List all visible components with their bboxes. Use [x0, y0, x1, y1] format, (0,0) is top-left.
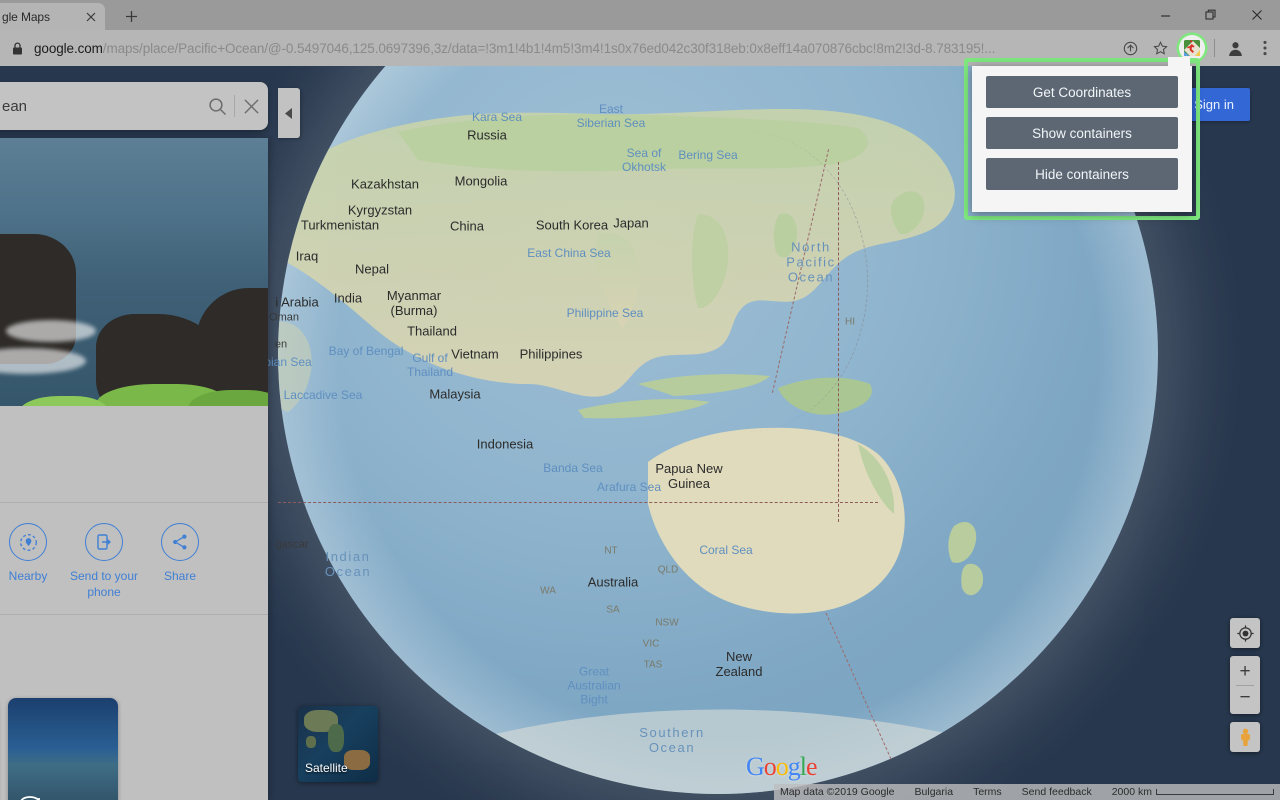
place-hero-photo[interactable] — [0, 138, 268, 406]
phone-send-icon — [97, 534, 112, 550]
my-location-icon — [1236, 624, 1254, 642]
hide-containers-button[interactable]: Hide containers — [986, 158, 1178, 190]
satellite-toggle-label: Satellite — [305, 761, 348, 775]
map-scale-label: 2000 km — [1111, 786, 1152, 798]
equator-line — [278, 502, 878, 503]
panel-divider-2 — [0, 614, 268, 616]
clear-icon[interactable] — [235, 82, 268, 130]
map-attribution: Map data ©2019 Google — [779, 786, 895, 798]
tab-title: gle Maps — [2, 9, 50, 24]
send-to-phone-action-label: Send to your phone — [69, 569, 139, 600]
minimize-button[interactable] — [1142, 0, 1188, 30]
get-coordinates-button[interactable]: Get Coordinates — [986, 76, 1178, 108]
logo-letter: g — [787, 752, 801, 781]
place-actions: Nearby Send to your phone Share — [0, 503, 268, 614]
map-controls: + − — [1230, 618, 1260, 752]
nearby-action[interactable]: Nearby — [0, 523, 66, 600]
send-feedback-link[interactable]: Send feedback — [1022, 786, 1092, 798]
satellite-layer-toggle[interactable]: Satellite — [298, 706, 378, 782]
logo-letter: G — [746, 752, 765, 781]
send-to-phone-action[interactable]: Send to your phone — [66, 523, 142, 600]
nearby-target-icon — [19, 533, 37, 551]
search-icon[interactable] — [201, 82, 234, 130]
show-containers-button[interactable]: Show containers — [986, 117, 1178, 149]
scale-line — [1156, 789, 1274, 795]
lock-icon — [0, 41, 34, 55]
tab-close-icon[interactable] — [83, 9, 99, 25]
logo-letter: e — [806, 752, 818, 781]
restore-button[interactable] — [1188, 0, 1234, 30]
account-avatar-icon[interactable] — [1220, 33, 1250, 63]
search-input[interactable] — [0, 97, 201, 115]
share-action[interactable]: Share — [142, 523, 218, 600]
pegman-button[interactable] — [1230, 722, 1260, 752]
photo-thumbnail-strip — [0, 698, 118, 800]
close-button[interactable] — [1234, 0, 1280, 30]
logo-letter: o — [763, 752, 777, 781]
nearby-action-label: Nearby — [8, 569, 48, 583]
popup-notch — [1168, 57, 1190, 67]
window-controls — [1142, 0, 1280, 30]
zoom-controls: + − — [1230, 656, 1260, 714]
collapse-panel-button[interactable] — [278, 88, 300, 138]
share-icon-circle — [161, 523, 199, 561]
boundary-arc — [628, 132, 868, 432]
maps-search-box — [0, 82, 268, 130]
tab-strip: gle Maps — [0, 0, 1280, 30]
extension-popup: Get Coordinates Show containers Hide con… — [972, 57, 1192, 212]
map-terms-link[interactable]: Terms — [973, 786, 1002, 798]
send-to-phone-icon-circle — [85, 523, 123, 561]
nearby-icon-circle — [9, 523, 47, 561]
google-logo: Google — [746, 752, 818, 782]
browser-window: gle Maps google.com/maps/place/Pacific+O… — [0, 0, 1280, 800]
share-action-label: Share — [163, 569, 197, 583]
extension-popup-highlight: Get Coordinates Show containers Hide con… — [964, 57, 1200, 220]
zoom-in-button[interactable]: + — [1230, 660, 1260, 685]
collapse-panel-arrow-icon — [285, 107, 292, 119]
zoom-out-button[interactable]: − — [1230, 686, 1260, 711]
url-path: /maps/place/Pacific+Ocean/@-0.5497046,12… — [102, 40, 996, 56]
three-dot-menu-icon[interactable] — [1250, 33, 1280, 63]
logo-letter: o — [775, 752, 789, 781]
place-info-panel: an 2,452) Nearby — [0, 138, 268, 800]
browser-tab[interactable]: gle Maps — [0, 3, 105, 30]
pegman-street-view-icon — [1240, 728, 1250, 746]
map-footer-bar: Map data ©2019 Google Bulgaria Terms Sen… — [773, 784, 1280, 800]
new-tab-button[interactable] — [118, 4, 144, 28]
map-scale-bar: 2000 km — [1112, 786, 1274, 798]
address-bar-text[interactable]: google.com/maps/place/Pacific+Ocean/@-0.… — [34, 41, 1115, 56]
place-review-count: 2,452) — [0, 455, 268, 478]
panorama-icon — [18, 792, 44, 800]
my-location-button[interactable] — [1230, 618, 1260, 648]
map-region[interactable]: Bulgaria — [915, 786, 954, 798]
photo-thumbnail-sunset-beach[interactable] — [8, 698, 118, 800]
place-title: an — [0, 406, 268, 455]
url-domain: google.com — [34, 40, 103, 56]
share-node-icon — [173, 534, 187, 550]
toolbar-divider — [1214, 39, 1215, 57]
